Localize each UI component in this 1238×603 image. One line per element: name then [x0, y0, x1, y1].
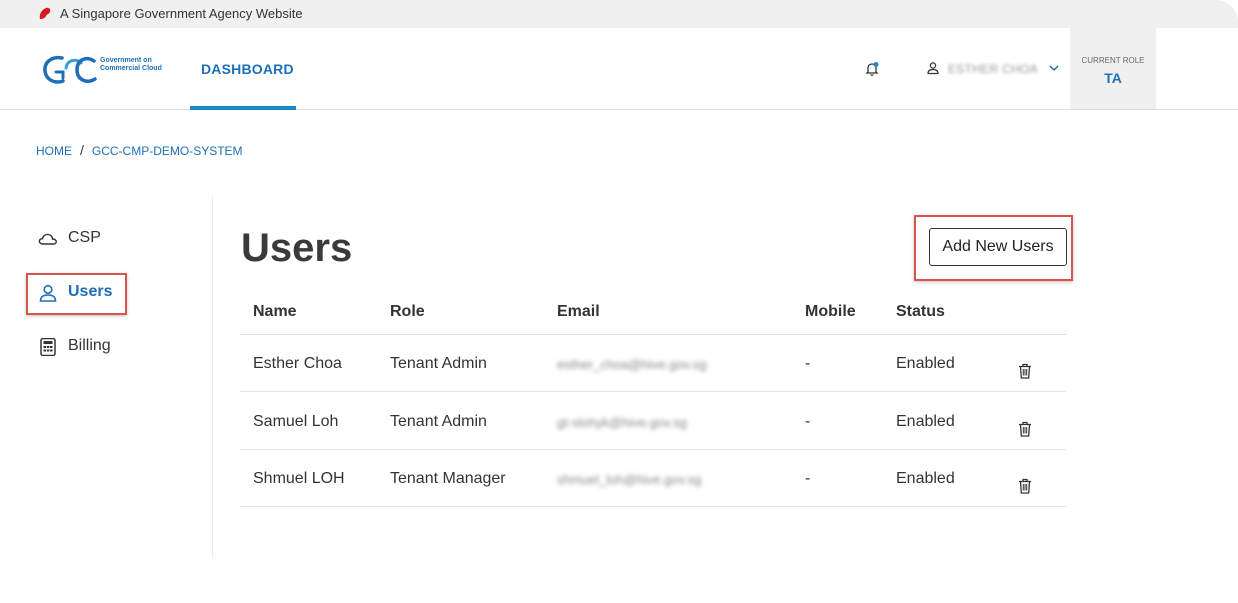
current-role-label: CURRENT ROLE [1081, 56, 1145, 65]
notification-bell-icon[interactable] [864, 61, 880, 77]
person-icon [39, 284, 57, 302]
add-new-users-button[interactable]: Add New Users [929, 228, 1067, 266]
column-header-status: Status [896, 303, 945, 320]
user-menu[interactable]: ESTHER CHOA [926, 59, 1066, 79]
column-header-email: Email [557, 303, 600, 320]
masthead: A Singapore Government Agency Website [0, 0, 1238, 28]
delete-trash-icon[interactable] [1018, 363, 1032, 379]
delete-trash-icon[interactable] [1018, 421, 1032, 437]
cell-role: Tenant Admin [390, 413, 487, 430]
chevron-down-icon[interactable] [1048, 62, 1060, 74]
breadcrumb-home[interactable]: HOME [36, 144, 72, 158]
gcc-logo[interactable]: Government on Commercial Cloud [42, 52, 182, 88]
column-header-name: Name [253, 303, 297, 320]
sidebar-divider [212, 197, 213, 557]
table-row[interactable]: Samuel Loh Tenant Admin gt-slohyk@hive.g… [240, 393, 1066, 450]
sidebar-item-label: Billing [68, 337, 111, 354]
cell-status: Enabled [896, 470, 955, 487]
nav-dashboard[interactable]: DASHBOARD [190, 28, 296, 110]
cell-name: Shmuel LOH [253, 470, 345, 487]
breadcrumb: HOME / GCC-CMP-DEMO-SYSTEM [36, 142, 243, 158]
gcc-logo-icon [43, 55, 97, 84]
page-title: Users [241, 226, 353, 270]
column-header-role: Role [390, 303, 425, 320]
cell-name: Esther Choa [253, 355, 342, 372]
cell-mobile: - [805, 413, 811, 430]
logo-line-1: Government on [100, 57, 152, 64]
cell-status: Enabled [896, 355, 955, 372]
sidebar-item-label: Users [68, 283, 113, 300]
cell-mobile: - [805, 470, 811, 487]
delete-trash-icon[interactable] [1018, 478, 1032, 494]
cell-email: esther_choa@hive.gov.sg [557, 357, 707, 372]
cloud-icon [38, 233, 58, 245]
logo-line-2: Commercial Cloud [100, 65, 162, 72]
sidebar-item-label: CSP [68, 229, 101, 246]
cell-role: Tenant Admin [390, 355, 487, 372]
breadcrumb-current[interactable]: GCC-CMP-DEMO-SYSTEM [92, 144, 243, 158]
table-row[interactable]: Esther Choa Tenant Admin esther_choa@hiv… [240, 335, 1066, 392]
singapore-lion-icon [39, 7, 51, 20]
cell-email: shmuel_loh@hive.gov.sg [557, 472, 702, 487]
current-role-box[interactable]: CURRENT ROLE TA [1070, 28, 1156, 109]
cell-email: gt-slohyk@hive.gov.sg [557, 415, 688, 430]
nav-dashboard-label: DASHBOARD [201, 61, 294, 77]
column-header-mobile: Mobile [805, 303, 856, 320]
nav-active-indicator [190, 106, 296, 110]
current-role-value: TA [1104, 70, 1122, 86]
site-header: Government on Commercial Cloud DASHBOARD… [0, 28, 1238, 110]
user-name: ESTHER CHOA [948, 62, 1038, 76]
logo-text: Government on Commercial Cloud [100, 57, 162, 73]
masthead-text: A Singapore Government Agency Website [60, 6, 303, 21]
cell-mobile: - [805, 355, 811, 372]
cell-name: Samuel Loh [253, 413, 339, 430]
breadcrumb-separator: / [80, 142, 84, 158]
cell-role: Tenant Manager [390, 470, 506, 487]
cell-status: Enabled [896, 413, 955, 430]
calculator-icon [40, 338, 56, 356]
person-icon [927, 62, 939, 75]
table-row[interactable]: Shmuel LOH Tenant Manager shmuel_loh@hiv… [240, 450, 1066, 507]
